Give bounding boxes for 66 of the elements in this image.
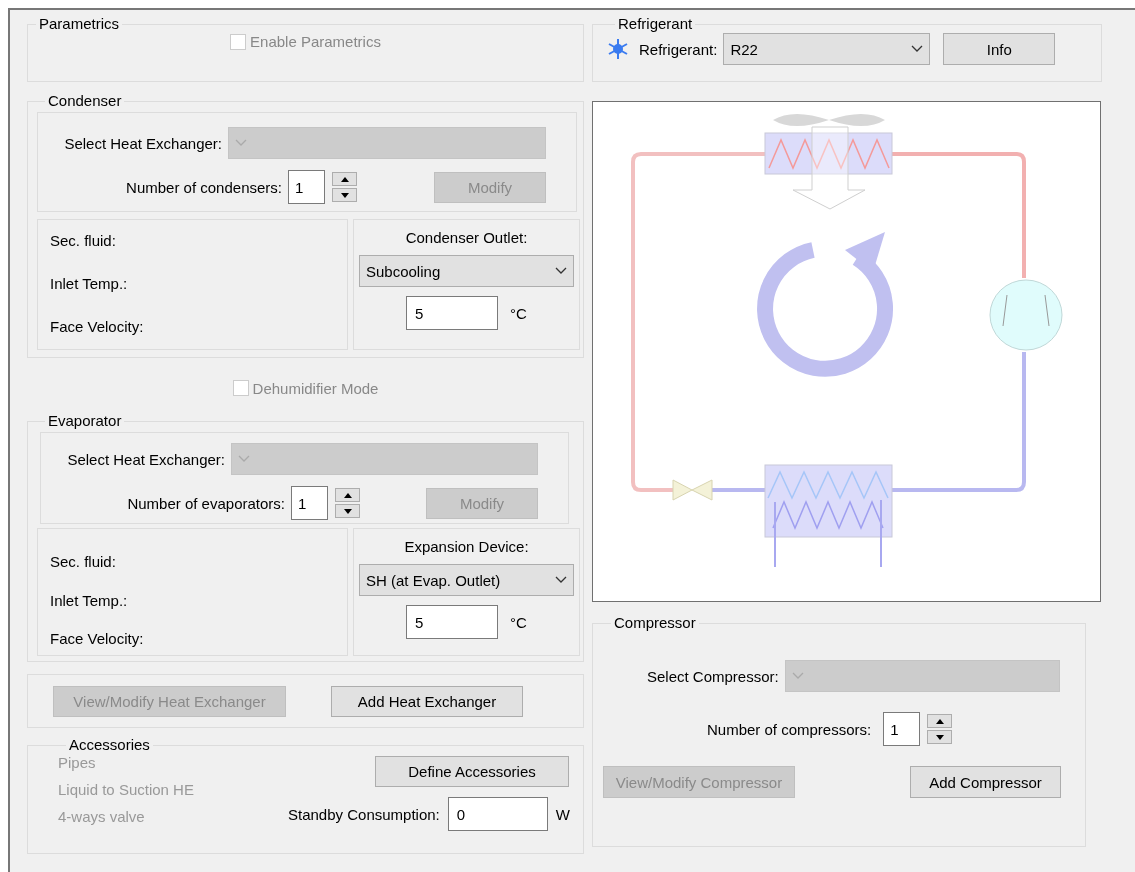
triangle-up-icon	[935, 718, 944, 724]
field-label: Select Compressor:	[647, 667, 780, 685]
field-label: Face Velocity:	[50, 630, 145, 647]
accessory-item: 4-ways valve	[58, 808, 146, 825]
field-label: Refrigerant:	[639, 40, 718, 58]
accessory-item: Pipes	[58, 754, 97, 771]
mode-dropdown[interactable]: Subcooling	[359, 255, 574, 287]
field-label: Inlet Temp.:	[50, 275, 129, 292]
group-title: Condenser	[47, 92, 123, 110]
group-title: Accessories	[68, 736, 151, 754]
snowflake-icon	[607, 38, 629, 60]
standby-field[interactable]: 0	[447, 797, 548, 831]
spin-down-button[interactable]	[332, 188, 357, 202]
unit-label: °C	[510, 613, 527, 631]
unit-label: W	[555, 805, 570, 823]
chevron-down-icon	[555, 576, 567, 584]
field-label: Face Velocity:	[50, 318, 145, 335]
group-title: Evaporator	[47, 412, 123, 430]
view-modify-button: View/Modify Compressor	[603, 766, 795, 798]
field-label: Standby Consumption:	[288, 805, 440, 823]
spin-down-button[interactable]	[927, 730, 953, 744]
checkbox: Dehumidifier Mode	[232, 379, 379, 397]
modify-button: Modify	[426, 487, 538, 519]
spin-up-button[interactable]	[927, 714, 953, 728]
field-label: Select Heat Exchanger:	[67, 450, 226, 468]
field-label: Number of condensers:	[125, 178, 283, 196]
info-button[interactable]: Info	[943, 33, 1056, 65]
mode-dropdown[interactable]: SH (at Evap. Outlet)	[359, 564, 574, 596]
value-field[interactable]: 5	[406, 605, 499, 639]
number-field[interactable]: 1	[883, 712, 921, 746]
unit-label: °C	[510, 304, 527, 322]
triangle-up-icon	[343, 492, 352, 498]
triangle-down-icon	[343, 508, 352, 514]
field-label: Condenser Outlet:	[405, 229, 528, 246]
field-label: Sec. fluid:	[50, 553, 117, 570]
chevron-down-icon	[791, 672, 804, 680]
refrigerant-dropdown[interactable]: R22	[723, 33, 931, 65]
field-label: Select Heat Exchanger:	[64, 134, 223, 152]
view-modify-button: View/Modify Heat Exchanger	[53, 685, 286, 717]
spin-up-button[interactable]	[335, 488, 360, 502]
field-label: Number of evaporators:	[126, 494, 286, 512]
field-label: Inlet Temp.:	[50, 591, 129, 609]
add-button[interactable]: Add Heat Exchanger	[331, 685, 523, 717]
triangle-down-icon	[340, 192, 349, 198]
chevron-down-icon	[235, 139, 247, 147]
checkbox: Enable Parametrics	[230, 33, 381, 50]
add-button[interactable]: Add Compressor	[910, 766, 1061, 798]
accessory-item: Liquid to Suction HE	[58, 781, 195, 798]
modify-button: Modify	[434, 171, 546, 203]
number-field[interactable]: 1	[291, 486, 328, 520]
chevron-down-icon	[911, 45, 924, 53]
chevron-down-icon	[238, 455, 250, 463]
field-label: Expansion Device:	[404, 538, 529, 555]
triangle-up-icon	[340, 176, 349, 182]
field-label: Number of compressors:	[707, 720, 873, 738]
triangle-down-icon	[935, 734, 944, 740]
group-title: Compressor	[613, 614, 697, 632]
chevron-down-icon	[555, 267, 567, 275]
value-field[interactable]: 5	[406, 296, 499, 330]
field-label: Sec. fluid:	[50, 232, 117, 249]
spin-down-button[interactable]	[335, 504, 360, 518]
number-field[interactable]: 1	[288, 170, 325, 204]
group-title: Parametrics	[38, 15, 121, 33]
group-title: Refrigerant	[617, 15, 694, 33]
define-accessories-button[interactable]: Define Accessories	[375, 756, 569, 787]
spin-up-button[interactable]	[332, 172, 357, 186]
